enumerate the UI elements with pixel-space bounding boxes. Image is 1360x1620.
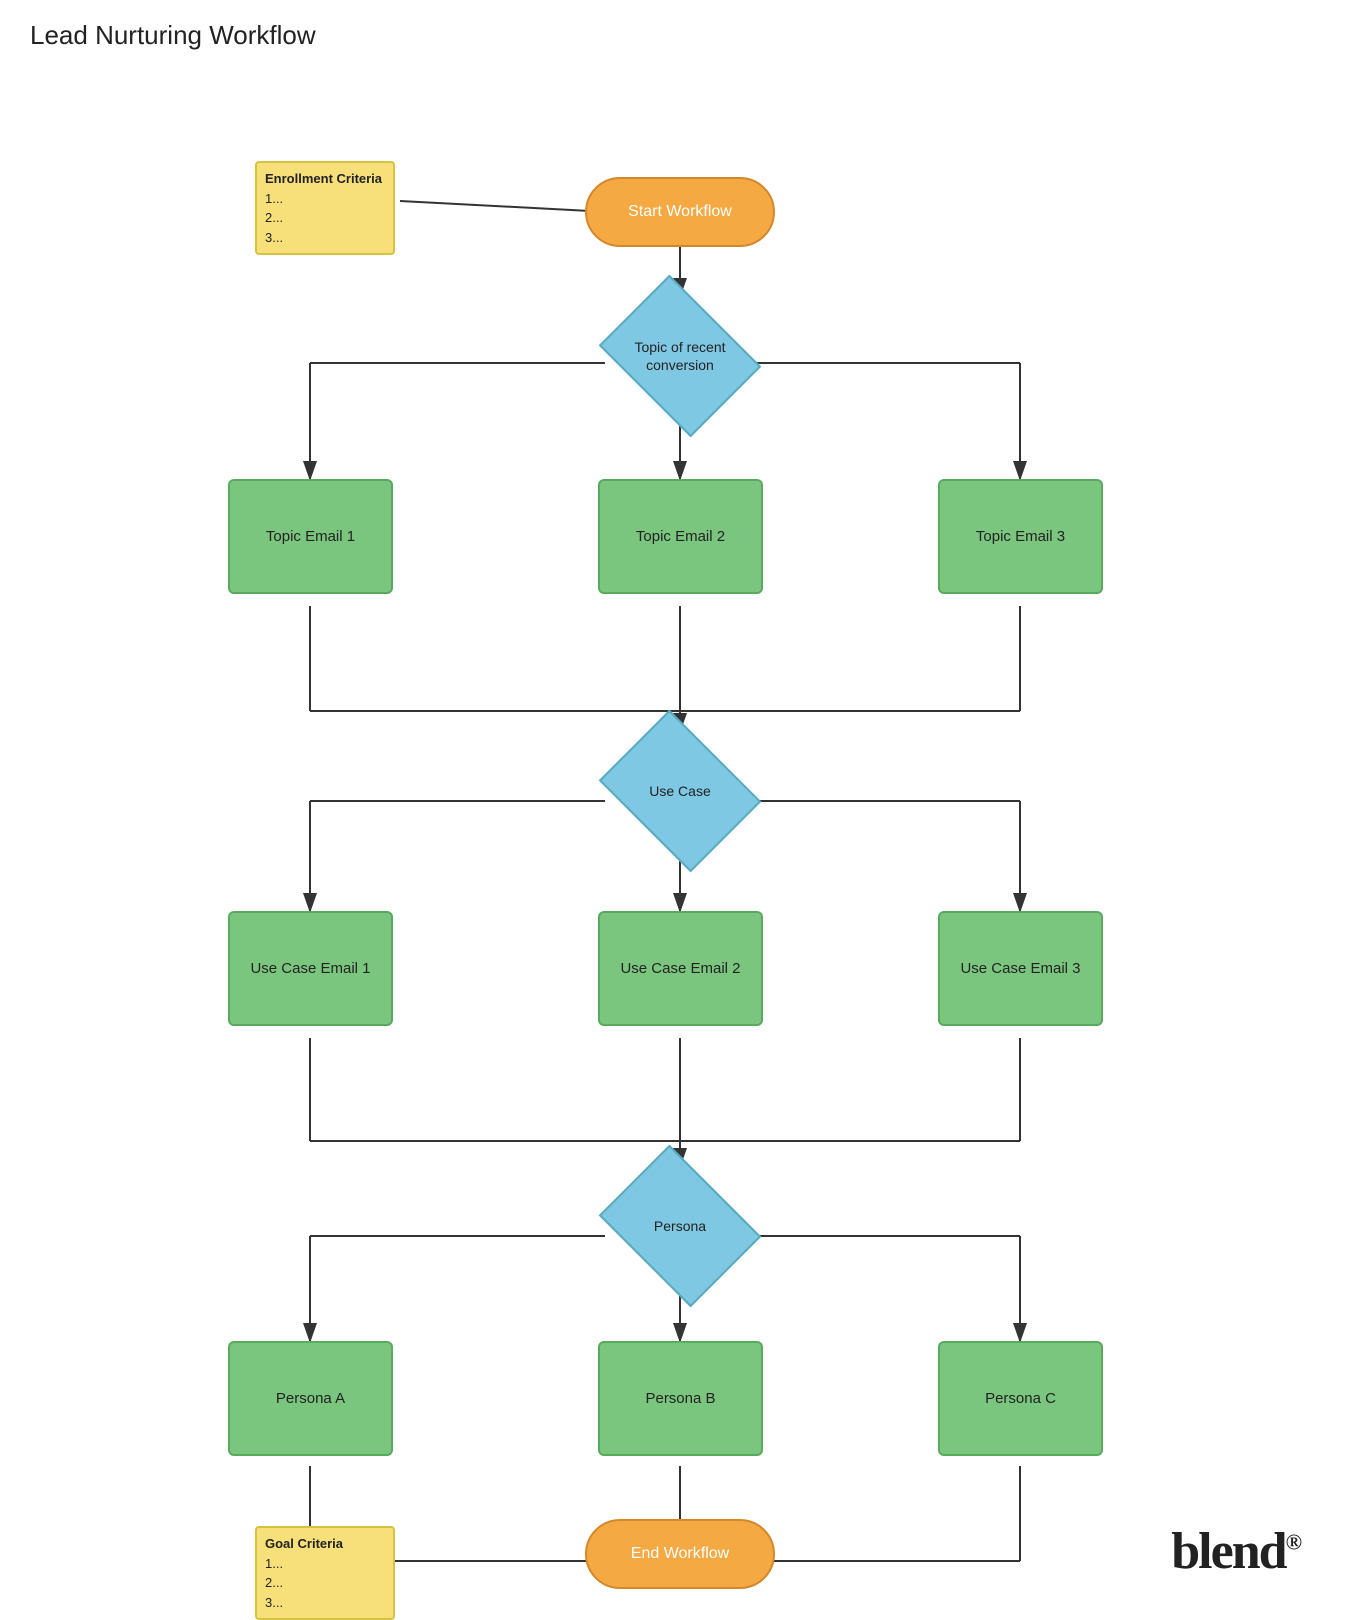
topic-email-1[interactable]: Topic Email 1 bbox=[228, 479, 393, 594]
usecase-email-1[interactable]: Use Case Email 1 bbox=[228, 911, 393, 1026]
usecase-email-2[interactable]: Use Case Email 2 bbox=[598, 911, 763, 1026]
usecase-email-3[interactable]: Use Case Email 3 bbox=[938, 911, 1103, 1026]
usecase-decision[interactable]: Use Case bbox=[600, 731, 760, 851]
persona-b[interactable]: Persona B bbox=[598, 1341, 763, 1456]
topic-decision[interactable]: Topic of recent conversion bbox=[600, 296, 760, 416]
persona-a[interactable]: Persona A bbox=[228, 1341, 393, 1456]
topic-email-2[interactable]: Topic Email 2 bbox=[598, 479, 763, 594]
page-title: Lead Nurturing Workflow bbox=[0, 0, 1360, 71]
persona-decision[interactable]: Persona bbox=[600, 1166, 760, 1286]
enrollment-note: Enrollment Criteria 1... 2... 3... bbox=[255, 161, 395, 255]
goal-note: Goal Criteria 1... 2... 3... bbox=[255, 1526, 395, 1620]
topic-email-3[interactable]: Topic Email 3 bbox=[938, 479, 1103, 594]
end-workflow[interactable]: End Workflow bbox=[585, 1519, 775, 1589]
persona-c[interactable]: Persona C bbox=[938, 1341, 1103, 1456]
blend-logo: blend® bbox=[1171, 1522, 1300, 1581]
start-workflow[interactable]: Start Workflow bbox=[585, 177, 775, 247]
